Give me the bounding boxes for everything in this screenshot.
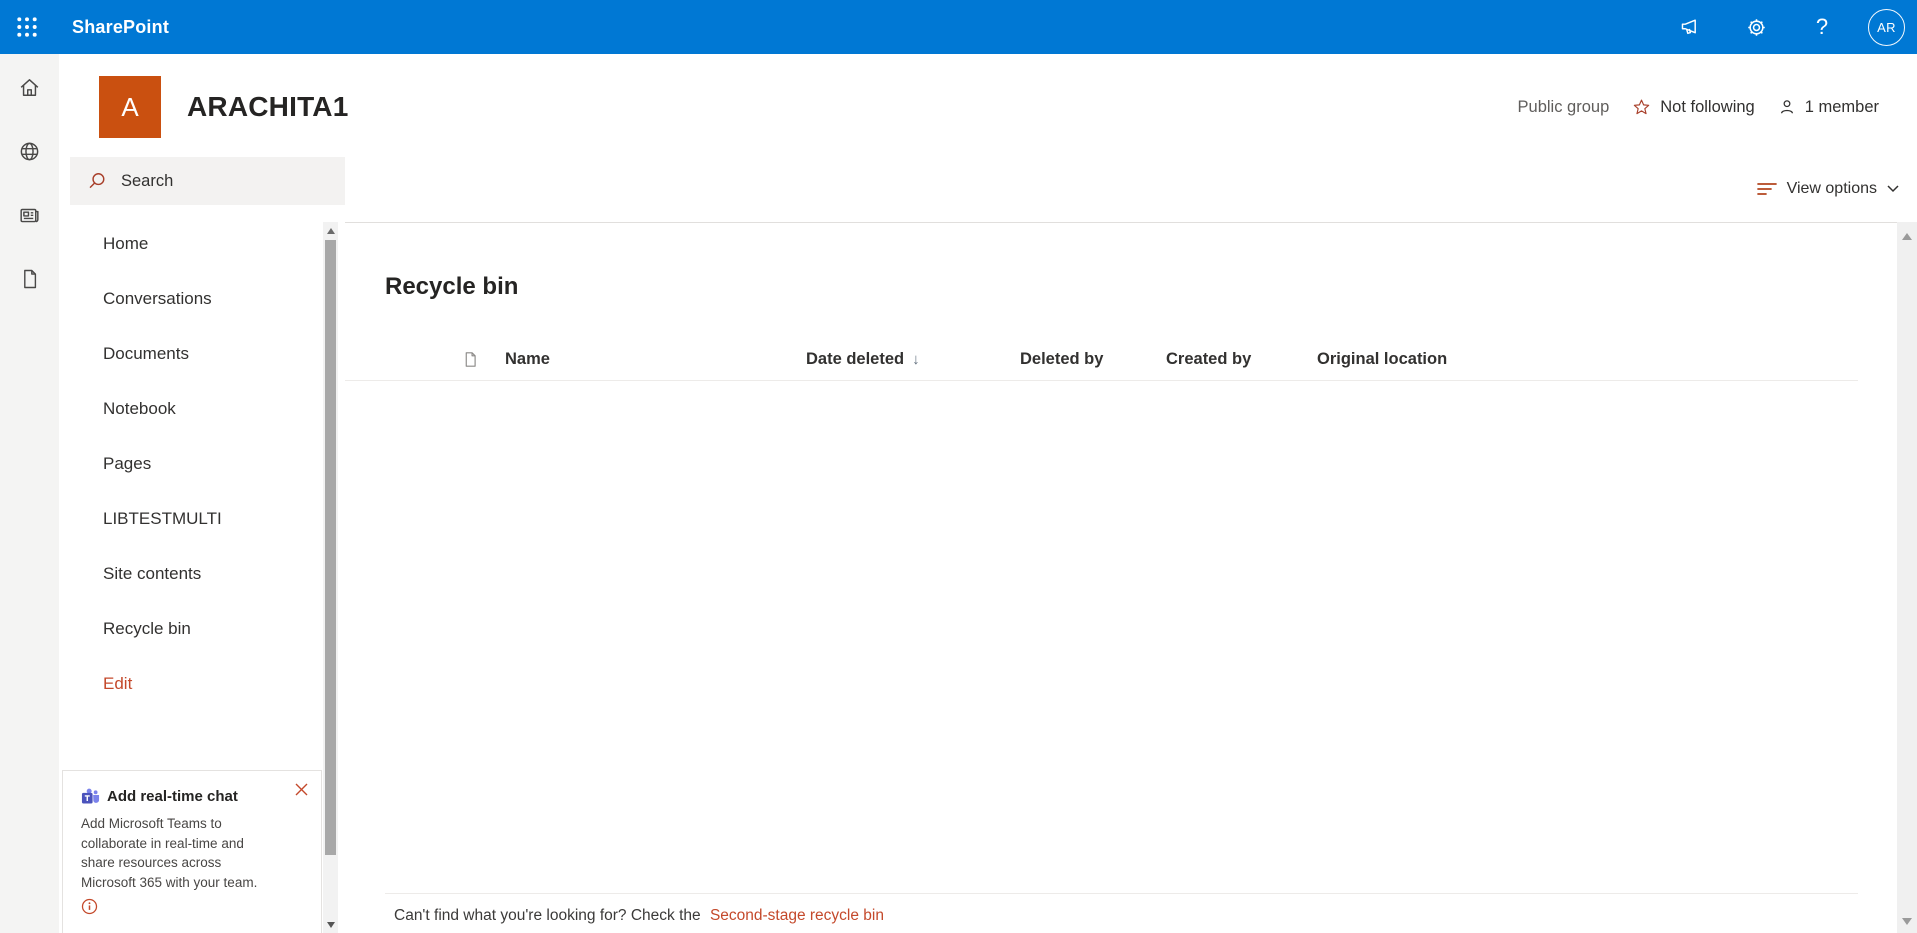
sidebar-scrollbar-thumb[interactable] [325, 240, 336, 855]
help-button[interactable]: ? [1802, 7, 1842, 47]
triangle-down-icon [326, 921, 335, 928]
nav-item-libtestmulti[interactable]: LIBTESTMULTI [59, 491, 345, 546]
close-icon [295, 783, 307, 795]
page-scrollbar[interactable] [1897, 222, 1917, 933]
search-icon [89, 172, 105, 188]
recycle-bin-content: Recycle bin Name Date deleted ↓ Deleted … [345, 222, 1897, 933]
star-icon [1634, 99, 1650, 114]
teams-promo-card: Add real-time chat Add Microsoft Teams t… [62, 770, 322, 933]
help-icon: ? [1815, 14, 1829, 39]
nav-item-notebook[interactable]: Notebook [59, 381, 345, 436]
site-navigation: Home Conversations Documents Notebook Pa… [59, 222, 345, 933]
triangle-up-icon [1902, 232, 1912, 240]
members-label: 1 member [1804, 97, 1879, 116]
sidebar-scrollbar[interactable] [323, 222, 338, 933]
column-header-original-location[interactable]: Original location [1317, 350, 1447, 369]
rail-documents-button[interactable] [17, 266, 43, 292]
members-button[interactable]: 1 member [1777, 97, 1879, 117]
sidebar-scroll-up-button[interactable] [323, 223, 338, 238]
page-scroll-up-button[interactable] [1897, 229, 1917, 243]
column-header-created-by[interactable]: Created by [1166, 350, 1317, 369]
triangle-up-icon [326, 227, 335, 234]
globe-icon [20, 142, 39, 160]
nav-item-pages[interactable]: Pages [59, 436, 345, 491]
table-header-row: Name Date deleted ↓ Deleted by Created b… [345, 339, 1858, 381]
view-options-button[interactable]: View options [1756, 171, 1899, 207]
site-search[interactable] [70, 157, 345, 205]
footer-text: Can't find what you're looking for? Chec… [394, 907, 701, 924]
triangle-down-icon [1902, 917, 1912, 925]
follow-button[interactable]: Not following [1631, 97, 1755, 118]
account-avatar[interactable]: AR [1868, 8, 1905, 46]
chevron-down-icon [1887, 185, 1899, 193]
search-input[interactable] [121, 171, 321, 191]
app-rail [0, 54, 59, 933]
site-title[interactable]: ARACHITA1 [187, 91, 349, 123]
column-header-name[interactable]: Name [505, 350, 806, 369]
promo-title: Add real-time chat [107, 788, 238, 805]
promo-info-button[interactable] [81, 898, 99, 916]
suite-top-bar: SharePoint ? AR [0, 0, 1917, 54]
group-privacy-label: Public group [1517, 97, 1610, 116]
site-logo[interactable]: A [99, 76, 161, 138]
home-icon [20, 78, 39, 96]
content-footer: Can't find what you're looking for? Chec… [385, 893, 1858, 925]
view-options-icon [1756, 183, 1777, 195]
megaphone-icon [1681, 18, 1696, 34]
file-icon [23, 269, 36, 289]
nav-item-documents[interactable]: Documents [59, 326, 345, 381]
nav-edit-link[interactable]: Edit [59, 656, 345, 711]
view-options-label: View options [1786, 180, 1877, 197]
announcements-button[interactable] [1670, 7, 1710, 47]
nav-item-site-contents[interactable]: Site contents [59, 546, 345, 601]
news-icon [20, 208, 39, 222]
rail-news-button[interactable] [17, 202, 43, 228]
person-icon [1780, 100, 1793, 114]
document-icon [465, 352, 476, 367]
column-header-date-deleted[interactable]: Date deleted ↓ [806, 350, 1020, 369]
teams-icon [81, 788, 100, 804]
nav-item-recycle-bin[interactable]: Recycle bin [59, 601, 345, 656]
rail-sites-button[interactable] [17, 138, 43, 164]
column-header-type[interactable] [462, 349, 505, 370]
column-header-deleted-by[interactable]: Deleted by [1020, 350, 1166, 369]
waffle-icon [17, 17, 37, 37]
nav-item-conversations[interactable]: Conversations [59, 271, 345, 326]
nav-item-home[interactable]: Home [59, 216, 345, 271]
app-launcher-button[interactable] [0, 0, 54, 54]
gear-icon [1747, 18, 1765, 36]
sort-descending-icon: ↓ [912, 351, 920, 368]
settings-button[interactable] [1736, 7, 1776, 47]
second-stage-recycle-bin-link[interactable]: Second-stage recycle bin [710, 907, 884, 924]
follow-label: Not following [1660, 97, 1755, 116]
rail-home-button[interactable] [17, 74, 43, 100]
page-scroll-down-button[interactable] [1897, 914, 1917, 928]
page-title: Recycle bin [385, 273, 519, 300]
brand-title[interactable]: SharePoint [72, 17, 169, 38]
site-header: A ARACHITA1 Public group Not following 1… [59, 54, 1917, 157]
promo-close-button[interactable] [291, 779, 311, 799]
sidebar-scroll-down-button[interactable] [323, 917, 338, 932]
promo-body: Add Microsoft Teams to collaborate in re… [81, 816, 258, 890]
info-icon [81, 899, 98, 915]
